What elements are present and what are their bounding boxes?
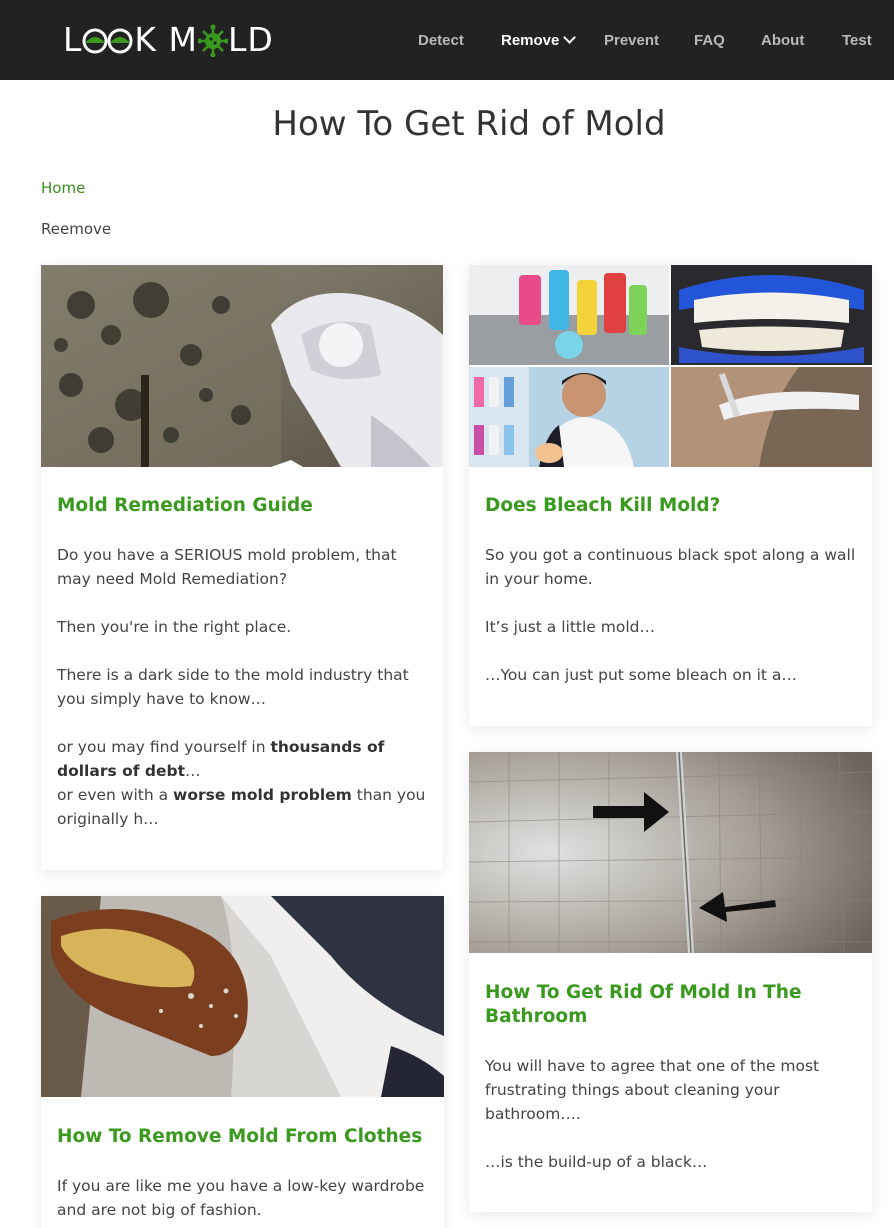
excerpt-paragraph: Then you're in the right place. <box>57 618 292 636</box>
clothes-thumbnail[interactable] <box>41 896 444 1097</box>
card-title[interactable]: How To Remove Mold From Clothes <box>57 1125 428 1149</box>
logo-eyes-icon <box>82 28 133 54</box>
card-title[interactable]: Does Bleach Kill Mold? <box>485 494 856 518</box>
card-excerpt: You will have to agree that one of the m… <box>485 1054 858 1198</box>
top-navigation-bar: L K M LD Detect Remove Prevent FAQ About… <box>0 0 894 80</box>
excerpt-paragraph: Do you have a SERIOUS mold problem, that… <box>57 546 397 588</box>
article-card-clothes[interactable]: How To Remove Mold From Clothes If you a… <box>41 896 444 1228</box>
logo-text-right: LD <box>228 20 274 59</box>
nav-about[interactable]: About <box>761 32 804 49</box>
card-excerpt: Do you have a SERIOUS mold problem, that… <box>57 543 429 831</box>
card-excerpt: So you got a continuous black spot along… <box>485 543 858 711</box>
article-card-bathroom[interactable]: How To Get Rid Of Mold In The Bathroom Y… <box>469 752 872 1212</box>
breadcrumb-home-link[interactable]: Home <box>41 179 85 197</box>
excerpt-paragraph: …You can just put some bleach on it a… <box>485 666 797 684</box>
bleach-thumbnail[interactable] <box>469 265 872 467</box>
chevron-down-icon <box>563 31 577 44</box>
excerpt-paragraph: It’s just a little mold… <box>485 618 655 636</box>
remediation-thumbnail[interactable] <box>41 265 443 467</box>
card-excerpt: If you are like me you have a low-key wa… <box>57 1174 430 1228</box>
excerpt-paragraph: …is the build-up of a black… <box>485 1153 708 1171</box>
logo-text-mid: K M <box>134 20 198 59</box>
bathroom-thumbnail[interactable] <box>469 752 872 953</box>
excerpt-text: or you may find yourself in <box>57 738 271 756</box>
card-title[interactable]: Mold Remediation Guide <box>57 494 427 518</box>
site-logo[interactable]: L K M LD <box>63 20 274 60</box>
page-title: How To Get Rid of Mold <box>272 104 666 144</box>
excerpt-paragraph: or even with a worse mold problem than y… <box>57 783 429 831</box>
excerpt-paragraph: You will have to agree that one of the m… <box>485 1057 820 1123</box>
nav-remove-label: Remove <box>501 32 560 49</box>
excerpt-paragraph: If you are like me you have a low-key wa… <box>57 1177 425 1219</box>
mold-spore-icon <box>198 24 228 57</box>
nav-prevent[interactable]: Prevent <box>604 32 659 49</box>
article-card-remediation[interactable]: Mold Remediation Guide Do you have a SER… <box>41 265 443 870</box>
nav-faq[interactable]: FAQ <box>694 32 725 49</box>
nav-detect[interactable]: Detect <box>418 32 464 49</box>
logo-text-left: L <box>63 20 83 59</box>
excerpt-bold-text: worse mold problem <box>173 786 352 804</box>
article-card-bleach[interactable]: Does Bleach Kill Mold? So you got a cont… <box>469 265 872 726</box>
excerpt-text: … <box>185 762 201 780</box>
excerpt-paragraph: or you may find yourself in thousands of… <box>57 735 429 783</box>
breadcrumb-current: Reemove <box>41 220 112 238</box>
card-title[interactable]: How To Get Rid Of Mold In The Bathroom <box>485 981 856 1029</box>
nav-test[interactable]: Test <box>842 32 872 49</box>
excerpt-paragraph: There is a dark side to the mold industr… <box>57 666 409 708</box>
excerpt-paragraph: So you got a continuous black spot along… <box>485 546 856 588</box>
nav-remove[interactable]: Remove <box>501 31 577 49</box>
excerpt-text: or even with a <box>57 786 174 804</box>
